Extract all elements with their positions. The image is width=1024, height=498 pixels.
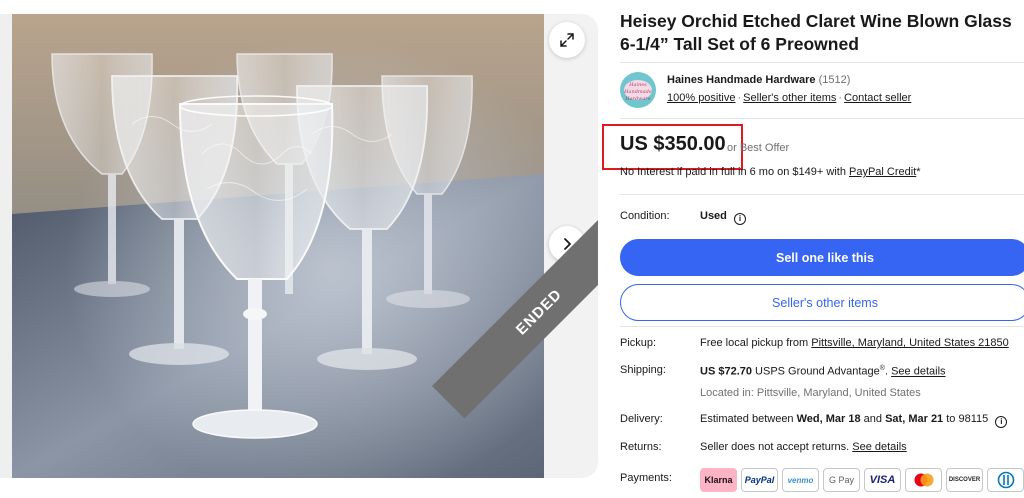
item-location: Located in: Pittsville, Maryland, United… (700, 387, 921, 399)
next-image-button[interactable] (549, 226, 585, 262)
divider (620, 62, 1024, 63)
info-icon[interactable]: i (733, 213, 746, 225)
expand-image-button[interactable] (549, 22, 585, 58)
seller-other-items-link[interactable]: Seller's other items (743, 92, 836, 104)
delivery-and: and (860, 413, 886, 425)
seller-links: 100% positive · Seller's other items · Conta… (667, 92, 911, 104)
product-photo[interactable] (12, 14, 544, 478)
condition-value-row: Used i (700, 210, 746, 225)
paypal-credit-link[interactable]: PayPal Credit (849, 166, 916, 178)
payments-label: Payments: (620, 472, 672, 484)
pickup-value: Free local pickup from Pittsville, Maryl… (700, 337, 1009, 349)
pickup-prefix: Free local pickup from (700, 337, 812, 349)
returns-see-details-link[interactable]: See details (852, 441, 906, 453)
venmo-logo: venmo (782, 468, 819, 492)
seller-name-row: Haines Handmade Hardware (1512) (667, 74, 850, 86)
gallery-panel (12, 14, 598, 478)
credit-text: No Interest if paid in full in 6 mo on $… (620, 166, 849, 178)
image-gallery: ENDED (0, 0, 600, 498)
divider (620, 118, 1024, 119)
pickup-label: Pickup: (620, 337, 657, 349)
diners-club-logo (987, 468, 1024, 492)
shipping-value: US $72.70 USPS Ground Advantage®. See de… (700, 365, 946, 378)
delivery-value: Estimated between Wed, Mar 18 and Sat, M… (700, 413, 1008, 428)
condition-value: Used (700, 210, 727, 222)
diners-club-icon (997, 471, 1014, 489)
payment-methods: Klarna PayPal venmo G Pay VISA DISCOVER (700, 468, 1024, 492)
mastercard-icon (914, 473, 933, 487)
shipping-service: USPS Ground Advantage (751, 365, 880, 378)
paypal-logo: PayPal (741, 468, 778, 492)
delivery-suffix: to 98115 (943, 413, 989, 425)
shipping-see-details-link[interactable]: See details (891, 366, 945, 378)
item-price: US $350.00 (620, 133, 726, 155)
gallery-edge (0, 14, 12, 478)
expand-icon (560, 33, 574, 47)
shipping-cost: US $72.70 (700, 365, 752, 378)
chevron-right-icon (564, 238, 571, 250)
separator-dot: · (838, 92, 843, 104)
info-icon[interactable]: i (995, 416, 1008, 428)
seller-avatar-logo: Haines Handmade Hardware (624, 80, 652, 102)
credit-suffix: * (916, 166, 921, 178)
best-offer-label: or Best Offer (727, 142, 790, 154)
item-info-panel: Heisey Orchid Etched Claret Wine Blown G… (602, 0, 1024, 498)
mastercard-logo (905, 468, 942, 492)
delivery-end: Sat, Mar 21 (885, 413, 944, 425)
delivery-start: Wed, Mar 18 (796, 413, 861, 425)
seller-feedback-count: (1512) (818, 74, 851, 86)
discover-logo: DISCOVER (946, 468, 983, 492)
seller-avatar[interactable]: Haines Handmade Hardware (620, 72, 656, 108)
seller-positive-link[interactable]: 100% positive (667, 92, 736, 104)
divider (620, 194, 1024, 195)
returns-text: Seller does not accept returns. (700, 441, 853, 453)
sellers-other-items-button[interactable]: Seller's other items (620, 284, 1024, 321)
pickup-location-link[interactable]: Pittsville, Maryland, United States 2185… (811, 337, 1009, 349)
visa-logo: VISA (864, 468, 901, 492)
seller-name-link[interactable]: Haines Handmade Hardware (667, 74, 816, 86)
sell-one-like-this-button[interactable]: Sell one like this (620, 239, 1024, 276)
divider (620, 326, 1024, 327)
google-pay-logo: G Pay (823, 468, 860, 492)
condition-label: Condition: (620, 210, 670, 222)
klarna-logo: Klarna (700, 468, 737, 492)
returns-label: Returns: (620, 441, 662, 453)
product-photo-illustration (12, 14, 544, 478)
delivery-prefix: Estimated between (700, 413, 797, 425)
contact-seller-link[interactable]: Contact seller (844, 92, 911, 104)
paypal-credit-note: No Interest if paid in full in 6 mo on $… (620, 166, 921, 178)
item-title: Heisey Orchid Etched Claret Wine Blown G… (620, 11, 1012, 54)
returns-value: Seller does not accept returns. See deta… (700, 441, 907, 453)
delivery-label: Delivery: (620, 413, 663, 425)
shipping-label: Shipping: (620, 364, 666, 376)
